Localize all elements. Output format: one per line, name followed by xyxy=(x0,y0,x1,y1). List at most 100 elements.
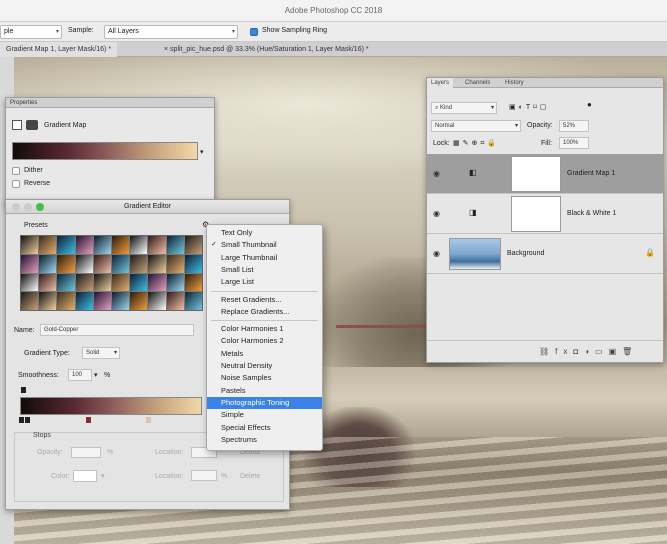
gradient-preset-swatch[interactable] xyxy=(57,292,75,310)
gradient-preset-swatch[interactable] xyxy=(166,273,184,292)
mask-icon[interactable] xyxy=(26,120,38,130)
doc-tab-gradient-map[interactable]: Gradient Map 1, Layer Mask/16) * xyxy=(0,42,118,57)
layer-action-icons[interactable]: ⛓fx◘◑▭▣🗑 xyxy=(539,347,638,356)
gradient-preset-swatch[interactable] xyxy=(39,254,57,273)
menu-item[interactable]: Color Harmonies 2 xyxy=(207,335,322,347)
close-button[interactable] xyxy=(12,203,20,211)
gradient-preset-swatch[interactable] xyxy=(112,292,130,310)
tab-channels[interactable]: Channels xyxy=(461,78,494,88)
gradient-preset-swatch[interactable] xyxy=(166,292,184,310)
gradient-preset-swatch[interactable] xyxy=(75,273,93,292)
layer-opacity-field[interactable]: 52% xyxy=(559,120,589,132)
gradient-preset-swatch[interactable] xyxy=(184,254,202,273)
gradient-edit-bar[interactable] xyxy=(20,397,202,415)
background-thumbnail[interactable] xyxy=(449,238,501,270)
show-ring-checkbox[interactable] xyxy=(250,28,258,36)
menu-item[interactable]: Small List xyxy=(207,264,322,276)
gradient-preset-swatch[interactable] xyxy=(39,292,57,310)
layer-row-gradient-map[interactable]: ◉ ◧ Gradient Map 1 xyxy=(427,154,663,194)
gradient-preset-swatch[interactable] xyxy=(75,292,93,310)
doc-tab-split-pic[interactable]: × split_pic_hue.psd @ 33.3% (Hue/Saturat… xyxy=(158,42,375,57)
gradient-preset-swatch[interactable] xyxy=(148,254,166,273)
gradient-preset-swatch[interactable] xyxy=(93,273,111,292)
delete-button-2[interactable]: Delete xyxy=(240,473,260,480)
tab-history[interactable]: History xyxy=(501,78,528,88)
menu-item[interactable]: Photographic Toning xyxy=(207,396,322,409)
menu-item[interactable]: ✓ Small Thumbnail xyxy=(207,239,322,251)
gradient-preset-swatch[interactable] xyxy=(166,236,184,254)
gradient-preset-swatch[interactable] xyxy=(39,236,57,254)
minimize-button[interactable] xyxy=(24,203,32,211)
menu-item[interactable]: Large List xyxy=(207,276,322,288)
location-field-2[interactable] xyxy=(191,470,217,481)
reverse-checkbox[interactable] xyxy=(12,180,20,188)
gradient-preset-swatch[interactable] xyxy=(21,292,39,310)
menu-item[interactable]: Pastels xyxy=(207,385,322,397)
gradient-preset-swatch[interactable] xyxy=(93,236,111,254)
gradient-preset-swatch[interactable] xyxy=(112,273,130,292)
gradient-type-select[interactable]: Solid ▾ xyxy=(82,347,120,359)
color-stop-black[interactable] xyxy=(19,417,24,423)
kind-filter-select[interactable]: ⌕ Kind ▾ xyxy=(431,102,497,114)
gradient-preset-swatch[interactable] xyxy=(130,292,148,310)
menu-item[interactable]: Reset Gradients... xyxy=(207,294,322,306)
sample-size-select[interactable]: ple ▾ xyxy=(0,25,62,39)
gradient-preset-swatch[interactable] xyxy=(57,254,75,273)
gradient-preview-bar[interactable] xyxy=(12,142,198,160)
eye-icon[interactable]: ◉ xyxy=(433,249,440,258)
gradient-preset-swatch[interactable] xyxy=(75,254,93,273)
sample-select[interactable]: All Layers ▾ xyxy=(104,25,238,39)
fill-field[interactable]: 100% xyxy=(559,137,589,149)
menu-item[interactable]: Noise Samples xyxy=(207,372,322,384)
gradient-preset-swatch[interactable] xyxy=(39,273,57,292)
name-field[interactable]: Gold-Copper xyxy=(40,324,194,336)
properties-tab[interactable]: Properties xyxy=(10,100,37,106)
gradient-preset-swatch[interactable] xyxy=(148,273,166,292)
dither-checkbox[interactable] xyxy=(12,167,20,175)
menu-item[interactable]: Simple xyxy=(207,409,322,421)
gradient-preset-swatch[interactable] xyxy=(184,236,202,254)
layer-mask-thumbnail[interactable] xyxy=(511,196,561,232)
menu-item[interactable]: Metals xyxy=(207,348,322,360)
gradient-preset-swatch[interactable] xyxy=(93,254,111,273)
gradient-preset-swatch[interactable] xyxy=(184,273,202,292)
menu-item[interactable]: Large Thumbnail xyxy=(207,252,322,264)
gradient-preset-swatch[interactable] xyxy=(57,273,75,292)
menu-item[interactable]: Text Only xyxy=(207,227,322,239)
gradient-preset-swatch[interactable] xyxy=(148,236,166,254)
lock-icons[interactable]: ▦✎⊕⌗🔒 xyxy=(453,139,499,148)
gradient-preset-swatch[interactable] xyxy=(130,273,148,292)
color-stop-dark[interactable] xyxy=(25,417,30,423)
eye-icon[interactable]: ◉ xyxy=(433,169,440,178)
gradient-preset-swatch[interactable] xyxy=(112,236,130,254)
gradient-preset-swatch[interactable] xyxy=(148,292,166,310)
menu-item[interactable]: Spectrums xyxy=(207,434,322,446)
gradient-preset-swatch[interactable] xyxy=(112,254,130,273)
chevron-down-icon[interactable]: ▾ xyxy=(94,371,98,379)
gradient-preset-swatch[interactable] xyxy=(93,292,111,310)
layer-mask-thumbnail[interactable] xyxy=(511,156,561,192)
chevron-down-icon[interactable]: ▾ xyxy=(200,148,204,156)
menu-item[interactable]: Replace Gradients... xyxy=(207,306,322,318)
zoom-button[interactable] xyxy=(36,203,44,211)
filter-toggle-icon[interactable]: ● xyxy=(587,100,592,109)
tab-layers[interactable]: Layers xyxy=(427,78,454,88)
menu-item[interactable]: Color Harmonies 1 xyxy=(207,323,322,335)
gradient-preset-swatch[interactable] xyxy=(166,254,184,273)
eye-icon[interactable]: ◉ xyxy=(433,209,440,218)
color-stop-gold[interactable] xyxy=(146,417,151,423)
gradient-preset-swatch[interactable] xyxy=(21,236,39,254)
layer-filter-icons[interactable]: ▣◐T⌑▢ xyxy=(509,103,549,111)
menu-item[interactable]: Special Effects xyxy=(207,422,322,434)
gradient-preset-swatch[interactable] xyxy=(57,236,75,254)
smoothness-field[interactable]: 100 xyxy=(68,369,92,381)
gradient-preset-swatch[interactable] xyxy=(21,254,39,273)
gradient-preset-swatch[interactable] xyxy=(130,236,148,254)
chevron-down-icon[interactable]: ▾ xyxy=(101,472,105,480)
blend-mode-select[interactable]: Normal ▾ xyxy=(431,120,521,132)
color-stop-red[interactable] xyxy=(86,417,91,423)
layer-row-black-white[interactable]: ◉ ◨ Black & White 1 xyxy=(427,194,663,234)
opacity-stop-left[interactable] xyxy=(21,387,26,393)
color-swatch[interactable] xyxy=(73,470,97,482)
gradient-preset-swatch[interactable] xyxy=(184,292,202,310)
